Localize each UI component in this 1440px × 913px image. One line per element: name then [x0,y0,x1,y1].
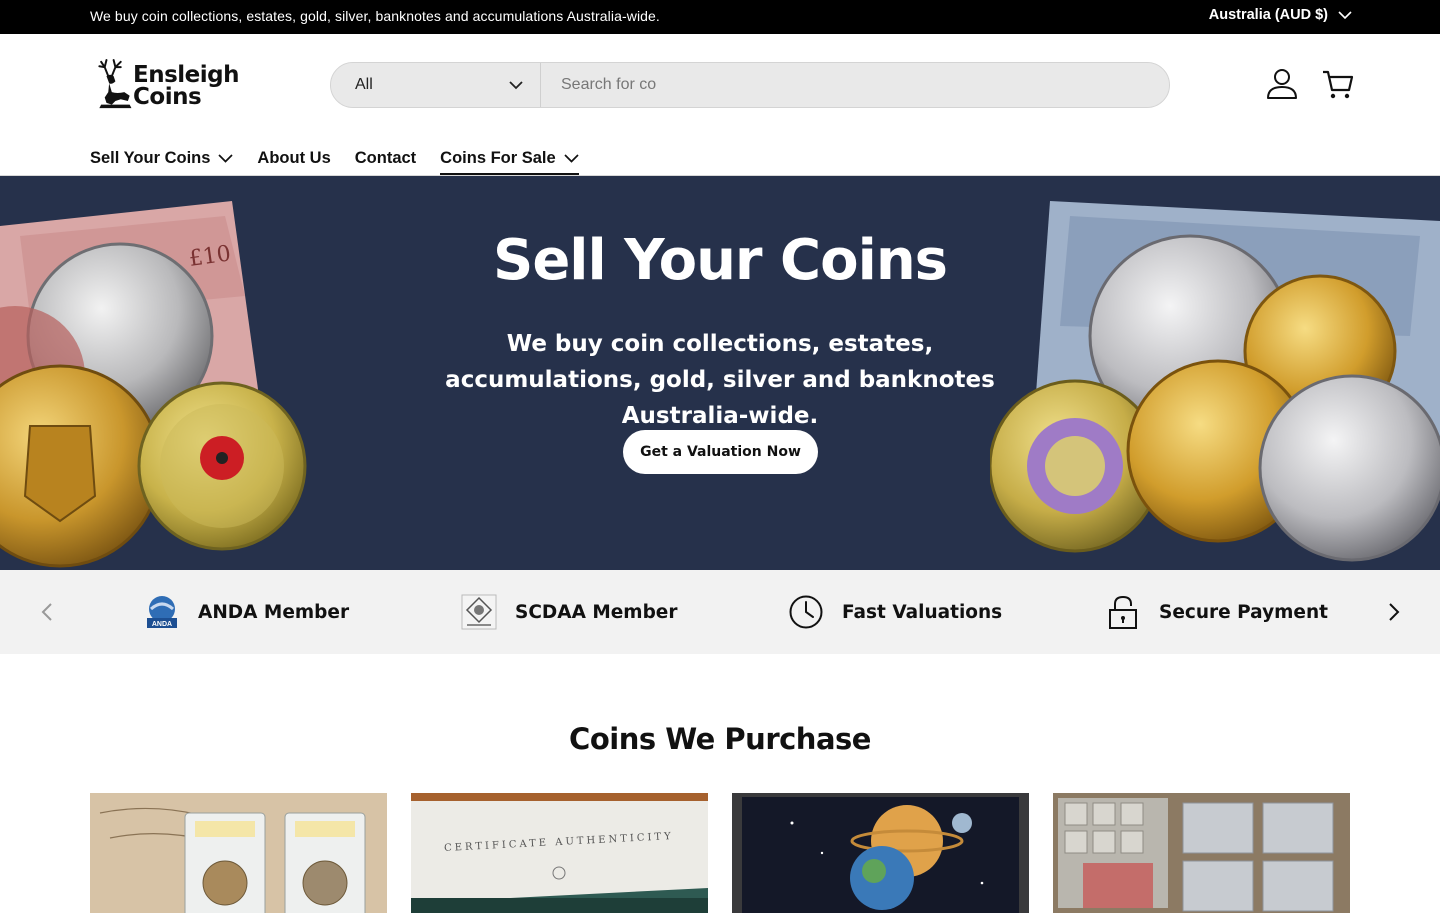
chevron-right-icon[interactable] [1381,600,1405,624]
account-icon[interactable] [1264,66,1300,102]
svg-text:ANDA: ANDA [152,621,172,628]
lock-icon [1109,595,1137,629]
certificate-box-card[interactable]: CERTIFICATE AUTHENTICITY [411,793,708,913]
site-header: Ensleigh Coins All Sell Your Coins About… [0,34,1440,176]
slabbed-coins-card[interactable] [90,793,387,913]
announcement-text: We buy coin collections, estates, gold, … [90,8,660,24]
hero-banner: £10 Sell Your Coins We buy coin collecti… [0,176,1440,570]
hero-title: Sell Your Coins [492,228,948,293]
nav-about-us[interactable]: About Us [257,144,330,172]
trust-label: Fast Valuations [842,601,1003,623]
nav-label: Coins For Sale [440,148,556,167]
chevron-down-icon [564,153,579,163]
solar-system-album-card[interactable] [732,793,1029,913]
trust-label: Secure Payment [1159,601,1328,623]
trust-item-secure-payment: Secure Payment [1105,594,1328,630]
chevron-down-icon [509,81,523,90]
logo-wordmark: Ensleigh Coins [133,64,239,110]
announcement-bar: We buy coin collections, estates, gold, … [0,0,1440,34]
certificate-box-image: CERTIFICATE AUTHENTICITY [411,793,708,913]
get-valuation-button[interactable]: Get a Valuation Now [623,430,818,474]
nav-coins-for-sale[interactable]: Coins For Sale [440,144,579,175]
trust-bar: ANDA ANDA Member SCDAA Member Fast Valua… [0,570,1440,654]
hero-subtitle: We buy coin collections, estates, accumu… [445,331,995,429]
search-category-value: All [355,76,373,93]
nav-label: Contact [354,148,417,167]
nav-contact[interactable]: Contact [355,144,416,172]
nav-sell-your-coins[interactable]: Sell Your Coins [90,144,234,172]
main-nav: Sell Your Coins About Us Contact Coins F… [90,144,579,175]
coin-accumulation-card[interactable] [1053,793,1350,913]
search-input[interactable] [541,63,1169,107]
stag-logo-icon [98,59,132,109]
cart-icon[interactable] [1320,66,1356,102]
chevron-left-icon[interactable] [36,600,60,624]
purchase-cards: CERTIFICATE AUTHENTICITY [90,793,1350,913]
scdaa-logo-icon [461,594,497,630]
nav-label: Sell Your Coins [90,148,211,167]
anda-logo-icon: ANDA [147,596,177,628]
trust-item-scdaa: SCDAA Member [461,594,677,630]
search-bar: All [330,62,1170,108]
logo-line2: Coins [133,84,202,110]
chevron-down-icon [218,153,234,163]
trust-item-fast-valuations: Fast Valuations [788,594,1002,630]
search-category-select[interactable]: All [331,63,541,107]
coin-accumulation-image [1053,793,1350,913]
chevron-down-icon [1338,11,1352,20]
solar-system-album-image [732,793,1029,913]
country-selector-label: Australia (AUD $) [1208,7,1328,23]
clock-icon [789,595,823,629]
nav-label: About Us [257,148,331,167]
trust-item-anda: ANDA ANDA Member [144,594,349,630]
country-selector[interactable]: Australia (AUD $) [1209,7,1352,23]
slabbed-coins-image [90,793,387,913]
trust-label: SCDAA Member [515,601,678,623]
site-logo[interactable]: Ensleigh Coins [94,54,239,116]
trust-label: ANDA Member [198,601,350,623]
section-title-coins-we-purchase: Coins We Purchase [569,722,871,756]
